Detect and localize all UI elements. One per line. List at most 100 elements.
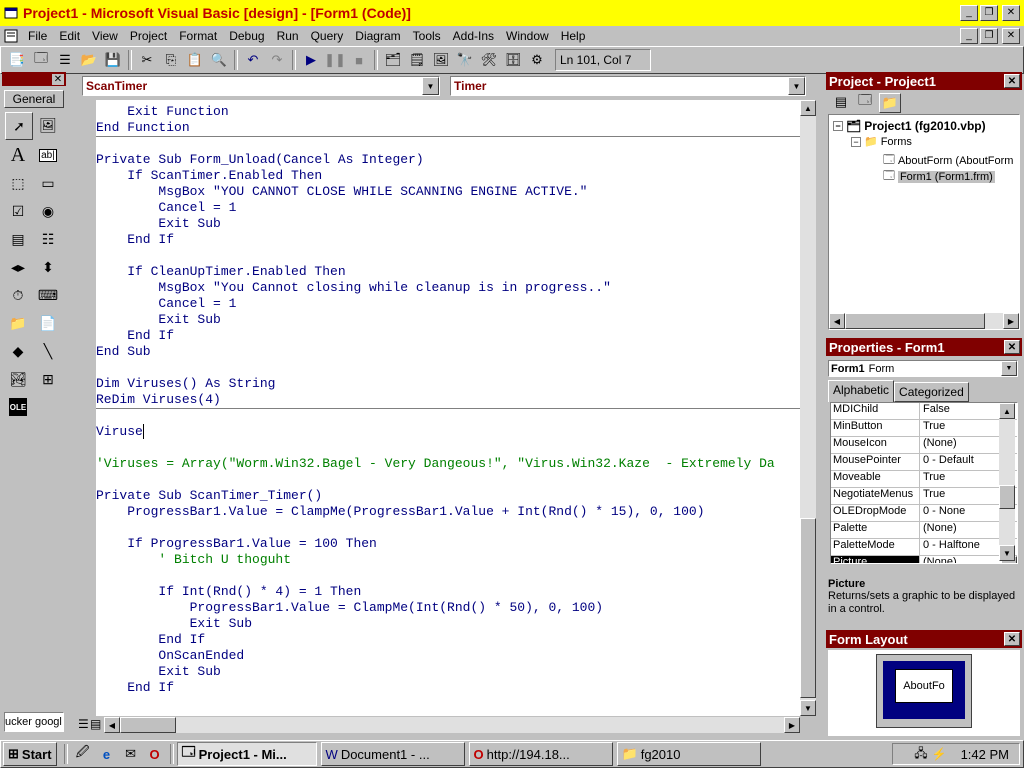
menu-debug[interactable]: Debug bbox=[223, 29, 270, 43]
property-row[interactable]: MDIChild False bbox=[831, 403, 1017, 420]
menu-project[interactable]: Project bbox=[124, 29, 173, 43]
ie-icon[interactable]: e bbox=[96, 743, 118, 765]
project-explorer-icon[interactable]: 🗂 bbox=[382, 49, 404, 71]
property-row[interactable]: OLEDropMode 0 - None bbox=[831, 505, 1017, 522]
task-browser[interactable]: O http://194.18... bbox=[468, 742, 613, 766]
properties-panel-close-icon[interactable]: ✕ bbox=[1004, 340, 1020, 354]
opera-icon[interactable]: O bbox=[144, 743, 166, 765]
menu-edit[interactable]: Edit bbox=[53, 29, 86, 43]
redo-icon[interactable]: ↷ bbox=[266, 49, 288, 71]
tree-item-form1[interactable]: 🗔 Form1 (Form1.frm) bbox=[883, 167, 995, 186]
task-document1[interactable]: W Document1 - ... bbox=[320, 742, 465, 766]
doc-minimize-icon[interactable]: _ bbox=[960, 28, 978, 44]
scroll-right-icon[interactable]: ▶ bbox=[784, 717, 800, 733]
property-row-selected[interactable]: Picture (None)... bbox=[831, 556, 1017, 563]
scroll-up-icon[interactable]: ▲ bbox=[999, 403, 1015, 419]
tab-categorized[interactable]: Categorized bbox=[894, 382, 969, 402]
form-layout-icon[interactable]: 🖼 bbox=[430, 49, 452, 71]
combobox-icon[interactable]: ▤ bbox=[5, 226, 31, 252]
property-row[interactable]: NegotiateMenus True bbox=[831, 488, 1017, 505]
property-grid[interactable]: MDIChild False MinButton True MouseIcon (No… bbox=[830, 402, 1018, 564]
code-editor[interactable]: Exit Function End Function Private Sub F… bbox=[96, 100, 800, 716]
form-layout-close-icon[interactable]: ✕ bbox=[1004, 632, 1020, 646]
menu-query[interactable]: Query bbox=[305, 29, 350, 43]
view-code-icon[interactable]: ▤ bbox=[831, 93, 851, 111]
property-value[interactable]: (None) bbox=[920, 556, 1001, 563]
picturebox-icon[interactable]: 🖼 bbox=[35, 112, 61, 138]
undo-icon[interactable]: ↶ bbox=[242, 49, 264, 71]
dirlistbox-icon[interactable]: 📁 bbox=[5, 310, 31, 336]
task-project1[interactable]: 🗔 Project1 - Mi... bbox=[176, 742, 317, 766]
menu-file[interactable]: File bbox=[22, 29, 53, 43]
end-icon[interactable]: ■ bbox=[348, 49, 370, 71]
toggle-folders-icon[interactable]: 📁 bbox=[879, 93, 901, 113]
clock[interactable]: 1:42 PM bbox=[961, 747, 1009, 762]
scroll-down-icon[interactable]: ▼ bbox=[800, 700, 816, 716]
property-row[interactable]: MousePointer 0 - Default bbox=[831, 454, 1017, 471]
form-layout-canvas[interactable]: AboutFo bbox=[828, 650, 1020, 736]
full-module-view-icon[interactable]: ▤ bbox=[90, 717, 101, 731]
cut-icon[interactable]: ✂ bbox=[136, 49, 158, 71]
tree-item-forms-folder[interactable]: − 📁 Forms bbox=[851, 135, 912, 148]
filelistbox-icon[interactable]: 📄 bbox=[35, 310, 61, 336]
collapse-icon[interactable]: − bbox=[833, 121, 843, 131]
menu-view[interactable]: View bbox=[86, 29, 124, 43]
menu-window[interactable]: Window bbox=[500, 29, 555, 43]
line-icon[interactable]: ╲ bbox=[35, 338, 61, 364]
data-icon[interactable]: ⊞ bbox=[35, 366, 61, 392]
property-row[interactable]: MinButton True bbox=[831, 420, 1017, 437]
close-icon[interactable]: ✕ bbox=[1002, 5, 1020, 21]
property-row[interactable]: Moveable True bbox=[831, 471, 1017, 488]
menu-editor-icon[interactable]: ☰ bbox=[54, 49, 76, 71]
listbox-icon[interactable]: ☷ bbox=[35, 226, 61, 252]
doc-restore-icon[interactable]: ❐ bbox=[980, 28, 998, 44]
scroll-thumb[interactable] bbox=[999, 485, 1015, 509]
outlook-icon[interactable]: ✉ bbox=[120, 743, 142, 765]
drivelistbox-icon[interactable]: ⌨ bbox=[35, 282, 61, 308]
scroll-left-icon[interactable]: ◀ bbox=[104, 717, 120, 733]
paste-icon[interactable]: 📋 bbox=[184, 49, 206, 71]
visual-component-manager-icon[interactable]: ⚙ bbox=[526, 49, 548, 71]
hscroll-thumb[interactable] bbox=[845, 313, 985, 329]
object-combo[interactable]: ScanTimer ▼ bbox=[82, 76, 440, 96]
menu-addins[interactable]: Add-Ins bbox=[447, 29, 500, 43]
frame-icon[interactable]: ⬚ bbox=[5, 170, 31, 196]
image-icon[interactable]: 🏞 bbox=[5, 366, 31, 392]
project-panel-close-icon[interactable]: ✕ bbox=[1004, 74, 1020, 88]
chevron-down-icon[interactable]: ▼ bbox=[1001, 361, 1017, 376]
hscrollbar-icon[interactable]: ◂▸ bbox=[5, 254, 31, 280]
tray-network-icon[interactable]: 🖧 bbox=[914, 744, 927, 765]
scroll-thumb[interactable] bbox=[800, 518, 816, 698]
object-browser-icon[interactable]: 🔭 bbox=[454, 49, 476, 71]
scroll-up-icon[interactable]: ▲ bbox=[800, 100, 816, 116]
procedure-view-icon[interactable]: ☰ bbox=[78, 717, 89, 731]
doc-close-icon[interactable]: ✕ bbox=[1002, 28, 1020, 44]
restore-icon[interactable]: ❐ bbox=[980, 5, 998, 21]
procedure-combo[interactable]: Timer ▼ bbox=[450, 76, 806, 96]
scroll-left-icon[interactable]: ◀ bbox=[829, 313, 845, 329]
menu-run[interactable]: Run bbox=[271, 29, 305, 43]
object-selector[interactable]: Form1 Form ▼ bbox=[828, 360, 1018, 377]
ole-icon[interactable]: OLE bbox=[9, 398, 27, 416]
property-row[interactable]: Palette (None) bbox=[831, 522, 1017, 539]
toolbox-icon[interactable]: 🛠 bbox=[478, 49, 500, 71]
break-icon[interactable]: ❚❚ bbox=[324, 49, 346, 71]
scroll-right-icon[interactable]: ▶ bbox=[1003, 313, 1019, 329]
save-project-icon[interactable]: 💾 bbox=[102, 49, 124, 71]
add-form-icon[interactable]: 🗔 bbox=[30, 49, 52, 71]
minimize-icon[interactable]: _ bbox=[960, 5, 978, 21]
collapse-icon[interactable]: − bbox=[851, 136, 861, 147]
property-vscrollbar[interactable]: ▲ ▼ bbox=[999, 403, 1015, 561]
view-object-icon[interactable]: 🗔 bbox=[855, 92, 875, 111]
label-icon[interactable]: A bbox=[5, 142, 31, 168]
chevron-down-icon[interactable]: ▼ bbox=[422, 77, 439, 95]
start-button[interactable]: ⊞ Start bbox=[3, 742, 57, 766]
optionbutton-icon[interactable]: ◉ bbox=[35, 198, 61, 224]
scroll-down-icon[interactable]: ▼ bbox=[999, 545, 1015, 561]
properties-window-icon[interactable]: 🗒 bbox=[406, 49, 428, 71]
shape-icon[interactable]: ◆ bbox=[5, 338, 31, 364]
add-project-icon[interactable]: 📑 bbox=[6, 49, 28, 71]
open-project-icon[interactable]: 📂 bbox=[78, 49, 100, 71]
property-row[interactable]: MouseIcon (None) bbox=[831, 437, 1017, 454]
margin-indicator-bar[interactable] bbox=[74, 100, 96, 716]
